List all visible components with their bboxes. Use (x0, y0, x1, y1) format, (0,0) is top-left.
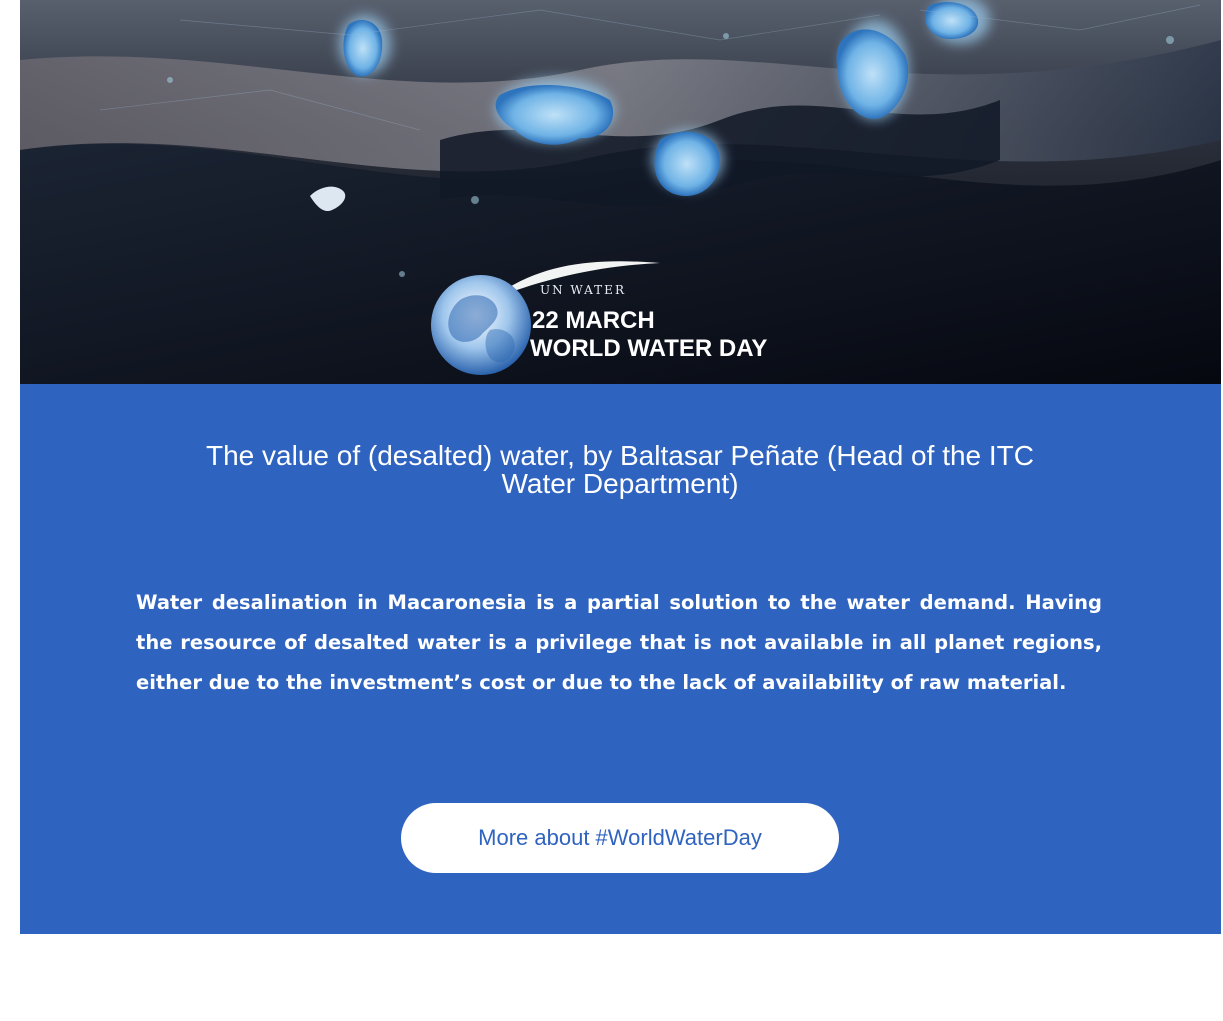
article-panel: The value of (desalted) water, by Baltas… (20, 384, 1221, 934)
article-title: The value of (desalted) water, by Baltas… (206, 440, 1034, 499)
article-lead: Water desalination in Macaronesia is a p… (136, 591, 1102, 694)
event-name-label: WORLD WATER DAY (530, 335, 767, 362)
hero-image: UN WATER 22 MARCH WORLD WATER DAY (20, 0, 1221, 384)
page: UN WATER 22 MARCH WORLD WATER DAY The va… (0, 0, 1223, 1021)
more-about-world-water-day-button[interactable]: More about #WorldWaterDay (401, 803, 839, 873)
un-water-label: UN WATER (540, 283, 626, 297)
hero-banner: UN WATER 22 MARCH WORLD WATER DAY (20, 0, 1221, 384)
event-date-label: 22 MARCH (532, 307, 655, 334)
